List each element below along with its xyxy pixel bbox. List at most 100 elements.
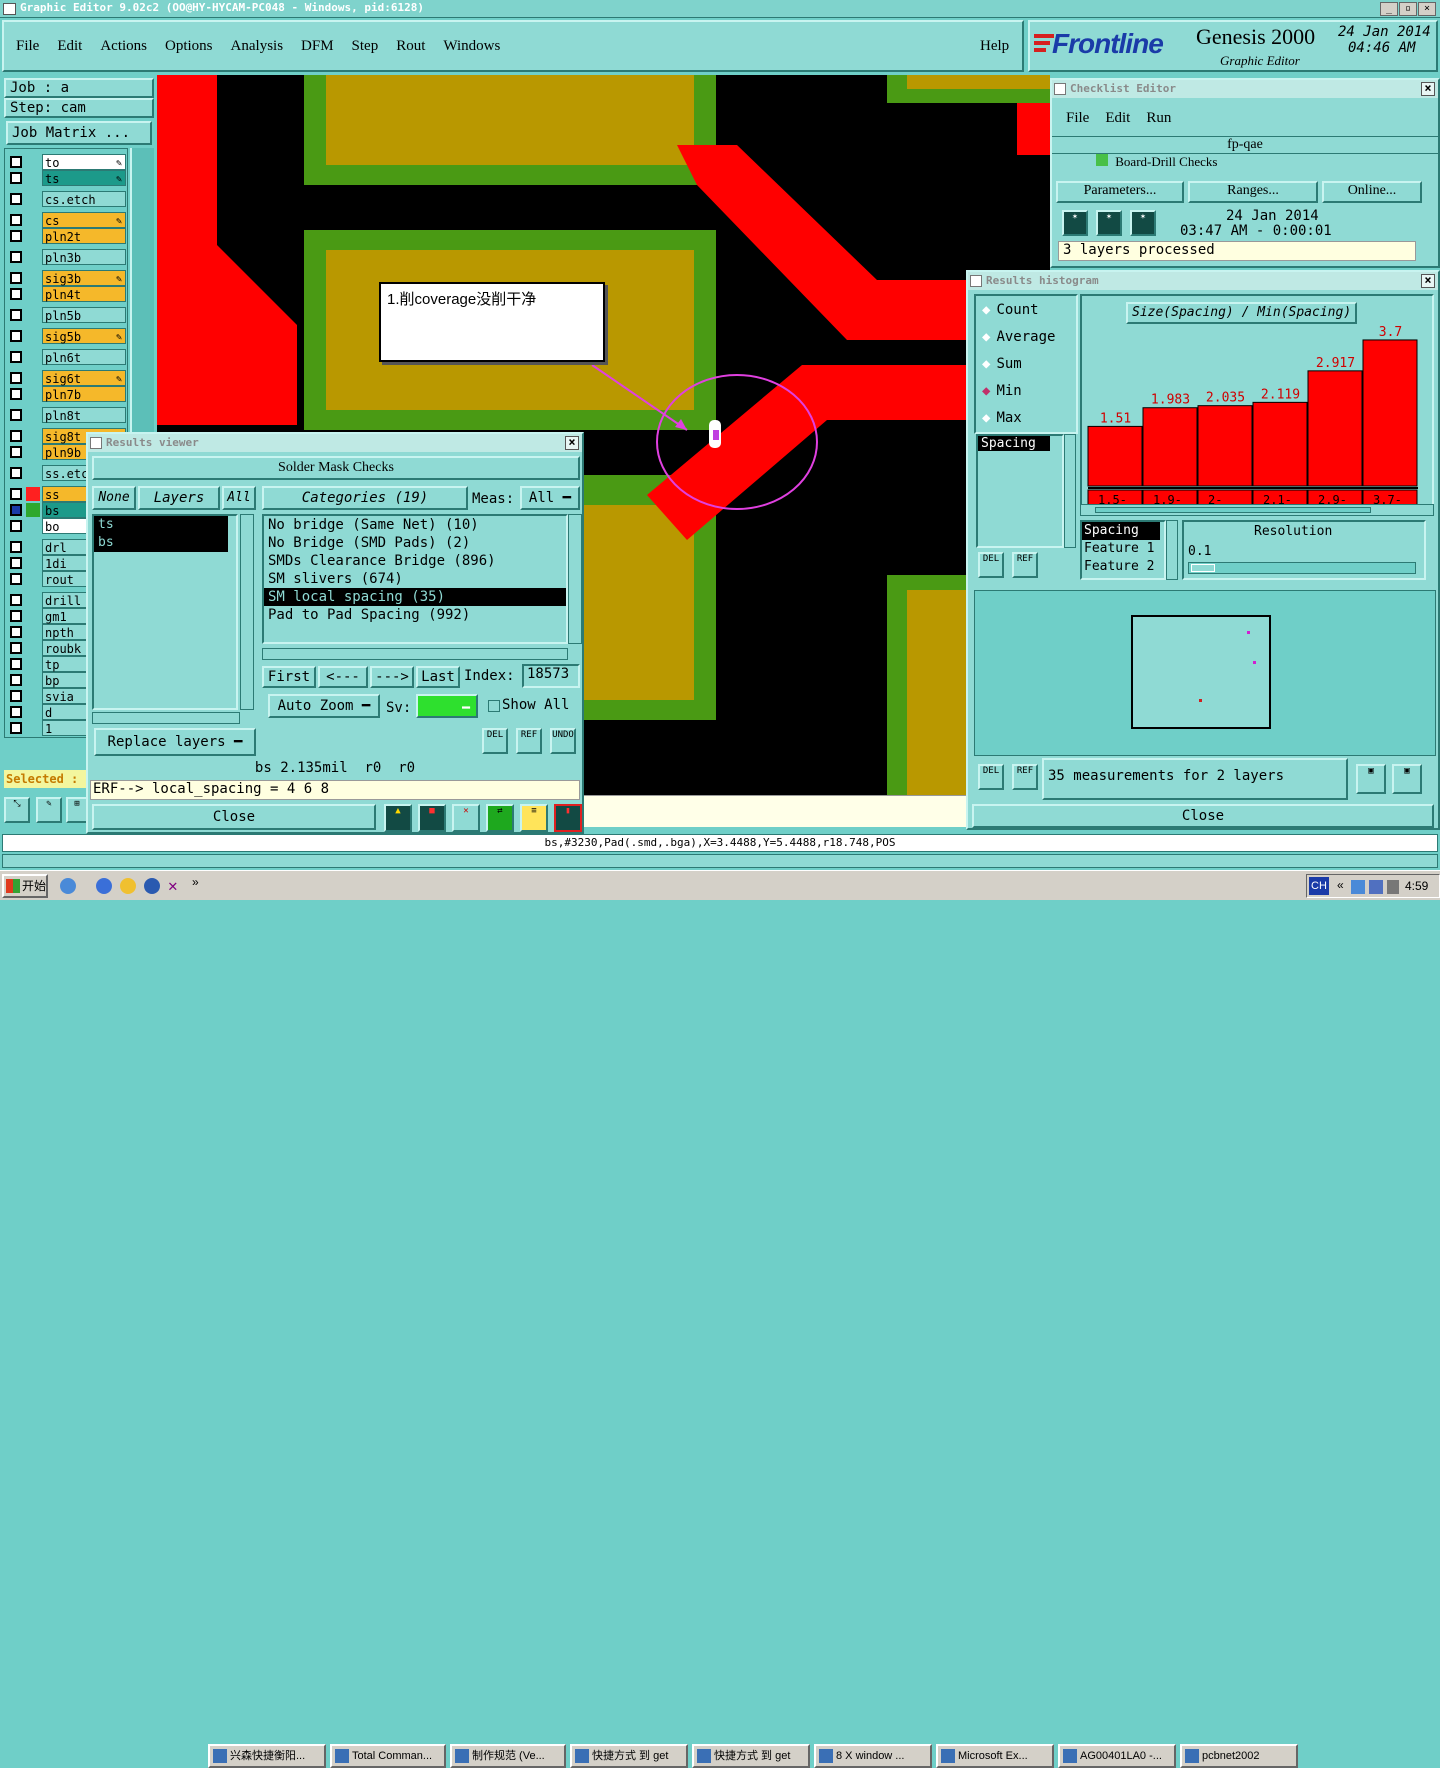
menu-item-file[interactable]: File — [16, 38, 39, 54]
category-item[interactable]: SM slivers (674) — [264, 570, 566, 588]
layer-row[interactable]: pln5b — [8, 307, 126, 323]
checklist-menu-run[interactable]: Run — [1146, 110, 1171, 126]
layer-name[interactable]: cs ✎ — [42, 212, 126, 228]
mode-radio-count[interactable]: ◆ Count — [982, 302, 1039, 318]
mode-radio-sum[interactable]: ◆ Sum — [982, 356, 1022, 372]
layer-affect-checkbox[interactable] — [10, 610, 22, 622]
all-button[interactable]: All — [222, 486, 256, 510]
layer-row[interactable]: sig5b ✎ — [8, 328, 126, 344]
layer-affect-checkbox[interactable] — [10, 309, 22, 321]
layer-name[interactable]: to ✎ — [42, 154, 126, 170]
close-window-button[interactable]: × — [1418, 2, 1436, 16]
minimize-button[interactable]: _ — [1380, 2, 1398, 16]
menu-item-edit[interactable]: Edit — [57, 38, 82, 54]
histogram-bar[interactable] — [1307, 370, 1363, 487]
report-icon[interactable]: ≡ — [520, 804, 548, 832]
menu-item-dfm[interactable]: DFM — [301, 38, 334, 54]
taskbar-item[interactable]: Total Comman... — [330, 1744, 446, 1768]
category-item[interactable]: Pad to Pad Spacing (992) — [264, 606, 566, 624]
select-tool-icon[interactable]: ▲ — [384, 804, 412, 832]
restore-button[interactable]: ▫ — [1399, 2, 1417, 16]
results-viewer-close-icon[interactable]: × — [565, 436, 579, 450]
prev-button[interactable]: <--- — [318, 666, 368, 688]
clock-icon[interactable] — [120, 878, 136, 894]
layer-affect-checkbox[interactable] — [10, 230, 22, 242]
category-item[interactable]: SMDs Clearance Bridge (896) — [264, 552, 566, 570]
layer-affect-checkbox[interactable] — [10, 172, 22, 184]
export-report-icon[interactable]: ▣ — [1392, 764, 1422, 794]
window-menu-icon[interactable] — [3, 3, 16, 15]
layer-affect-checkbox[interactable] — [10, 193, 22, 205]
layer-affect-checkbox[interactable] — [10, 594, 22, 606]
layer-result-hscroll[interactable] — [92, 712, 240, 724]
histogram-close-icon[interactable]: × — [1421, 274, 1435, 288]
run-stop-icon[interactable]: ✶ — [1130, 210, 1156, 236]
taskbar-item[interactable]: AG00401LA0 -... — [1058, 1744, 1176, 1768]
index-input[interactable]: 18573 — [522, 664, 580, 688]
histogram-open-icon[interactable]: ▮ — [554, 804, 582, 832]
menu-item-step[interactable]: Step — [352, 38, 379, 54]
layer-affect-checkbox[interactable] — [10, 351, 22, 363]
layer-row[interactable]: pln6t — [8, 349, 126, 365]
layer-affect-checkbox[interactable] — [10, 674, 22, 686]
layer-affect-checkbox[interactable] — [10, 722, 22, 734]
category-scrollbar[interactable] — [568, 514, 582, 644]
auto-zoom-select[interactable]: Auto Zoom ━ — [268, 694, 380, 718]
checklist-row[interactable]: Board-Drill Checks — [1060, 154, 1420, 168]
parameters-button[interactable]: Parameters... — [1056, 181, 1184, 203]
layer-name[interactable]: cs.etch — [42, 191, 126, 207]
menu-item-rout[interactable]: Rout — [396, 38, 425, 54]
tray-expand-icon[interactable]: « — [1337, 878, 1344, 892]
online-button[interactable]: Online... — [1322, 181, 1422, 203]
layer-affect-checkbox[interactable] — [10, 251, 22, 263]
histogram-ref-icon-2[interactable]: REF — [1012, 764, 1038, 790]
layer-row[interactable]: pln8t — [8, 407, 126, 423]
layer-name[interactable]: pln8t — [42, 407, 126, 423]
layer-display-swatch[interactable] — [26, 487, 40, 501]
taskbar-item[interactable]: 快捷方式 到 get — [570, 1744, 688, 1768]
layer-row[interactable]: pln4t — [8, 286, 126, 302]
layer-name[interactable]: pln6t — [42, 349, 126, 365]
meas-select[interactable]: All ━ — [520, 486, 580, 510]
layers-button[interactable]: Layers — [138, 486, 220, 510]
layer-affect-checkbox[interactable] — [10, 658, 22, 670]
feature-list-item[interactable]: Feature 1 — [1082, 540, 1164, 558]
category-item[interactable]: SM local spacing (35) — [264, 588, 566, 606]
ref-off-icon[interactable]: ✕ — [452, 804, 480, 832]
categories-button[interactable]: Categories (19) — [262, 486, 468, 510]
layer-affect-checkbox[interactable] — [10, 541, 22, 553]
mode-radio-max[interactable]: ◆ Max — [982, 410, 1022, 426]
layer-result-item[interactable]: ts — [94, 516, 228, 534]
quicklaunch-more-icon[interactable]: » — [192, 875, 199, 889]
mode-radio-min[interactable]: ◆ Min — [982, 383, 1022, 399]
menu-item-windows[interactable]: Windows — [443, 38, 500, 54]
histogram-list-item[interactable]: Spacing — [978, 436, 1050, 451]
layer-row[interactable]: sig6t ✎ — [8, 370, 126, 386]
checklist-menu-file[interactable]: File — [1066, 110, 1089, 126]
layer-name[interactable]: pln7b — [42, 386, 126, 402]
job-matrix-button[interactable]: Job Matrix ... — [6, 121, 152, 145]
results-close-button[interactable]: Close — [92, 804, 376, 830]
feature-list-scrollbar[interactable] — [1166, 520, 1178, 580]
layer-row[interactable]: pln3b — [8, 249, 126, 265]
menu-item-actions[interactable]: Actions — [100, 38, 147, 54]
menu-help[interactable]: Help — [980, 38, 1009, 55]
mode-radio-average[interactable]: ◆ Average — [982, 329, 1055, 345]
layer-affect-checkbox[interactable] — [10, 557, 22, 569]
histogram-bar[interactable] — [1362, 339, 1418, 487]
xwin-icon[interactable]: ✕ — [168, 876, 184, 895]
layer-row[interactable]: pln2t — [8, 228, 126, 244]
taskbar-item[interactable]: pcbnet2002 — [1180, 1744, 1298, 1768]
layer-affect-checkbox[interactable] — [10, 573, 22, 585]
resolution-slider[interactable] — [1188, 562, 1416, 574]
histogram-del-icon-2[interactable]: DEL — [978, 764, 1004, 790]
histogram-list-scrollbar[interactable] — [1064, 434, 1076, 548]
ranges-button[interactable]: Ranges... — [1188, 181, 1318, 203]
layer-display-swatch[interactable] — [26, 503, 40, 517]
layer-name[interactable]: pln3b — [42, 249, 126, 265]
browser-icon[interactable] — [144, 878, 160, 894]
layer-name[interactable]: sig6t ✎ — [42, 370, 126, 386]
chart-scrollbar[interactable] — [1080, 504, 1434, 516]
results-del-icon[interactable]: DEL — [482, 728, 508, 754]
quicklaunch-icon[interactable] — [60, 878, 76, 894]
